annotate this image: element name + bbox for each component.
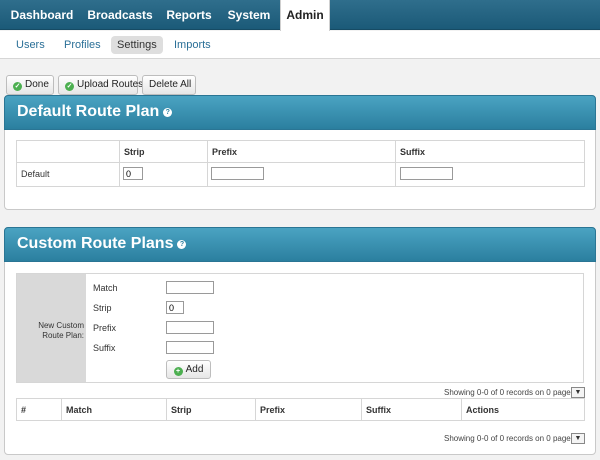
- subnav-users[interactable]: Users: [10, 36, 51, 54]
- add-label: Add: [185, 364, 204, 375]
- column-header-suffix: Suffix: [366, 405, 392, 415]
- upload-routes-label: Upload Routes: [77, 79, 144, 90]
- default-strip-input[interactable]: [123, 167, 143, 180]
- sub-navigation: Users Profiles Settings Imports: [0, 31, 600, 59]
- strip-label: Strip: [93, 303, 112, 313]
- new-route-plan-form: New Custom Route Plan: Match Strip Prefi…: [16, 273, 584, 383]
- tab-dashboard[interactable]: Dashboard: [4, 0, 80, 30]
- custom-route-plans-panel: Custom Route Plans? New Custom Route Pla…: [4, 227, 596, 455]
- help-icon[interactable]: ?: [163, 108, 173, 117]
- subnav-imports[interactable]: Imports: [168, 36, 217, 54]
- panel-title: Default Route Plan?: [17, 103, 173, 121]
- page-select-top[interactable]: ▼: [571, 387, 585, 398]
- suffix-input[interactable]: [166, 341, 214, 354]
- add-button[interactable]: + Add: [166, 360, 211, 379]
- delete-all-label: Delete All: [149, 79, 192, 90]
- column-header-suffix: Suffix: [400, 147, 426, 157]
- chevron-down-icon: ▼: [574, 435, 582, 442]
- done-button[interactable]: ✓ Done: [6, 75, 54, 95]
- default-prefix-input[interactable]: [211, 167, 264, 180]
- column-header-match: Match: [66, 405, 93, 415]
- match-label: Match: [93, 283, 118, 293]
- check-icon: ✓: [65, 82, 74, 91]
- pager-status-bottom: Showing 0-0 of 0 records on 0 pages.: [444, 434, 577, 443]
- default-route-plan-header: Default Route Plan?: [4, 95, 596, 130]
- suffix-label: Suffix: [93, 343, 116, 353]
- chevron-down-icon: ▼: [574, 389, 582, 396]
- custom-route-plans-title: Custom Route Plans: [17, 235, 174, 252]
- tab-admin[interactable]: Admin: [280, 0, 330, 31]
- match-input[interactable]: [166, 281, 214, 294]
- tab-broadcasts[interactable]: Broadcasts: [80, 0, 160, 30]
- upload-routes-button[interactable]: ✓ Upload Routes: [58, 75, 143, 95]
- new-route-plan-label: New Custom Route Plan:: [38, 321, 84, 340]
- subnav-settings[interactable]: Settings: [111, 36, 163, 54]
- column-header-strip: Strip: [124, 147, 145, 157]
- top-navigation: Dashboard Broadcasts Reports System Admi…: [0, 0, 600, 31]
- panel-title: Custom Route Plans?: [17, 235, 187, 253]
- delete-all-button[interactable]: Delete All: [142, 75, 196, 95]
- help-icon[interactable]: ?: [177, 240, 187, 249]
- row-label-default: Default: [21, 169, 50, 179]
- column-header-prefix: Prefix: [260, 405, 286, 415]
- prefix-input[interactable]: [166, 321, 214, 334]
- column-header-actions: Actions: [466, 405, 500, 415]
- pager-status-top: Showing 0-0 of 0 records on 0 pages.: [444, 388, 577, 397]
- default-suffix-input[interactable]: [400, 167, 453, 180]
- default-route-plan-panel: Default Route Plan? Strip Prefix Suffix …: [4, 95, 596, 210]
- page-select-bottom[interactable]: ▼: [571, 433, 585, 444]
- column-header-strip: Strip: [171, 405, 192, 415]
- check-icon: ✓: [13, 82, 22, 91]
- subnav-profiles[interactable]: Profiles: [58, 36, 107, 54]
- default-route-plan-title: Default Route Plan: [17, 103, 160, 120]
- tab-reports[interactable]: Reports: [160, 0, 218, 30]
- prefix-label: Prefix: [93, 323, 117, 333]
- plus-icon: +: [173, 367, 183, 376]
- custom-route-plans-header: Custom Route Plans?: [4, 227, 596, 262]
- strip-input[interactable]: [166, 301, 184, 314]
- new-route-plan-label-cell: New Custom Route Plan:: [17, 274, 86, 382]
- tab-system[interactable]: System: [218, 0, 280, 30]
- column-header-prefix: Prefix: [212, 147, 238, 157]
- column-header-number: #: [21, 405, 27, 415]
- done-label: Done: [25, 79, 49, 90]
